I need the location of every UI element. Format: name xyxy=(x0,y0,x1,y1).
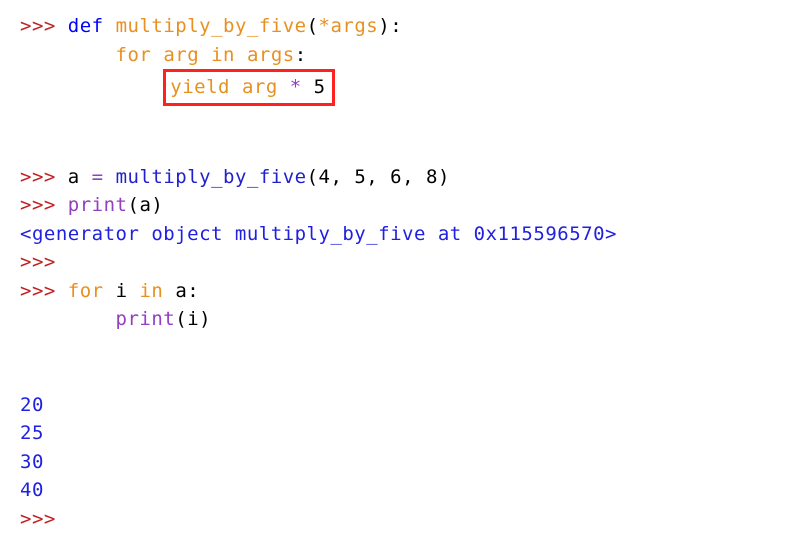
highlight-box: yield arg * 5 xyxy=(163,69,334,106)
colon: : xyxy=(187,280,199,302)
code-line-4: >>> a = multiply_by_five(4, 5, 6, 8) xyxy=(20,163,788,192)
code-line-final: >>> xyxy=(20,505,788,534)
function-name: multiply_by_five xyxy=(116,15,307,37)
var-a: a xyxy=(68,166,80,188)
code-line-2: for arg in args: xyxy=(20,41,788,70)
lparen: ( xyxy=(175,308,187,330)
keyword-yield: yield xyxy=(170,76,230,98)
output-value: 25 xyxy=(20,419,788,448)
keyword-for: for xyxy=(116,44,152,66)
function-call: multiply_by_five xyxy=(116,166,307,188)
var-args: args xyxy=(247,44,295,66)
continuation-spaces xyxy=(20,76,68,98)
code-line-6: >>> xyxy=(20,248,788,277)
print-arg: a xyxy=(139,194,151,216)
keyword-for: for xyxy=(68,280,104,302)
output-value: 20 xyxy=(20,391,788,420)
blank-line xyxy=(20,362,788,391)
prompt: >>> xyxy=(20,15,56,37)
blank-line xyxy=(20,134,788,163)
blank-line xyxy=(20,334,788,363)
code-line-5: >>> print(a) xyxy=(20,191,788,220)
prompt: >>> xyxy=(20,508,56,530)
print-builtin: print xyxy=(116,308,176,330)
code-line-3: yield arg * 5 xyxy=(20,69,788,106)
colon: : xyxy=(390,15,402,37)
output-value: 30 xyxy=(20,448,788,477)
colon: : xyxy=(295,44,307,66)
call-arguments: 4, 5, 6, 8 xyxy=(319,166,438,188)
assign-op: = xyxy=(80,166,116,188)
rparen: ) xyxy=(199,308,211,330)
rparen: ) xyxy=(438,166,450,188)
blank-line xyxy=(20,106,788,135)
prompt: >>> xyxy=(20,166,56,188)
output-value: 40 xyxy=(20,476,788,505)
prompt: >>> xyxy=(20,251,56,273)
print-builtin: print xyxy=(68,194,128,216)
rparen: ) xyxy=(151,194,163,216)
code-line-1: >>> def multiply_by_five(*args): xyxy=(20,12,788,41)
keyword-in: in xyxy=(211,44,235,66)
code-line-7: >>> for i in a: xyxy=(20,277,788,306)
var-arg: arg xyxy=(163,44,199,66)
keyword-def: def xyxy=(68,15,104,37)
print-arg: i xyxy=(187,308,199,330)
continuation-spaces xyxy=(20,308,68,330)
multiply-op: * xyxy=(290,76,302,98)
star-args: *args xyxy=(319,15,379,37)
code-line-8: print(i) xyxy=(20,305,788,334)
var-i: i xyxy=(116,280,128,302)
prompt: >>> xyxy=(20,280,56,302)
lparen: ( xyxy=(127,194,139,216)
var-arg: arg xyxy=(242,76,278,98)
prompt: >>> xyxy=(20,194,56,216)
lparen: ( xyxy=(307,15,319,37)
var-a: a xyxy=(175,280,187,302)
number-five: 5 xyxy=(314,76,326,98)
continuation-spaces xyxy=(20,44,68,66)
lparen: ( xyxy=(307,166,319,188)
output-generator-repr: <generator object multiply_by_five at 0x… xyxy=(20,220,788,249)
keyword-in: in xyxy=(139,280,163,302)
rparen: ) xyxy=(378,15,390,37)
